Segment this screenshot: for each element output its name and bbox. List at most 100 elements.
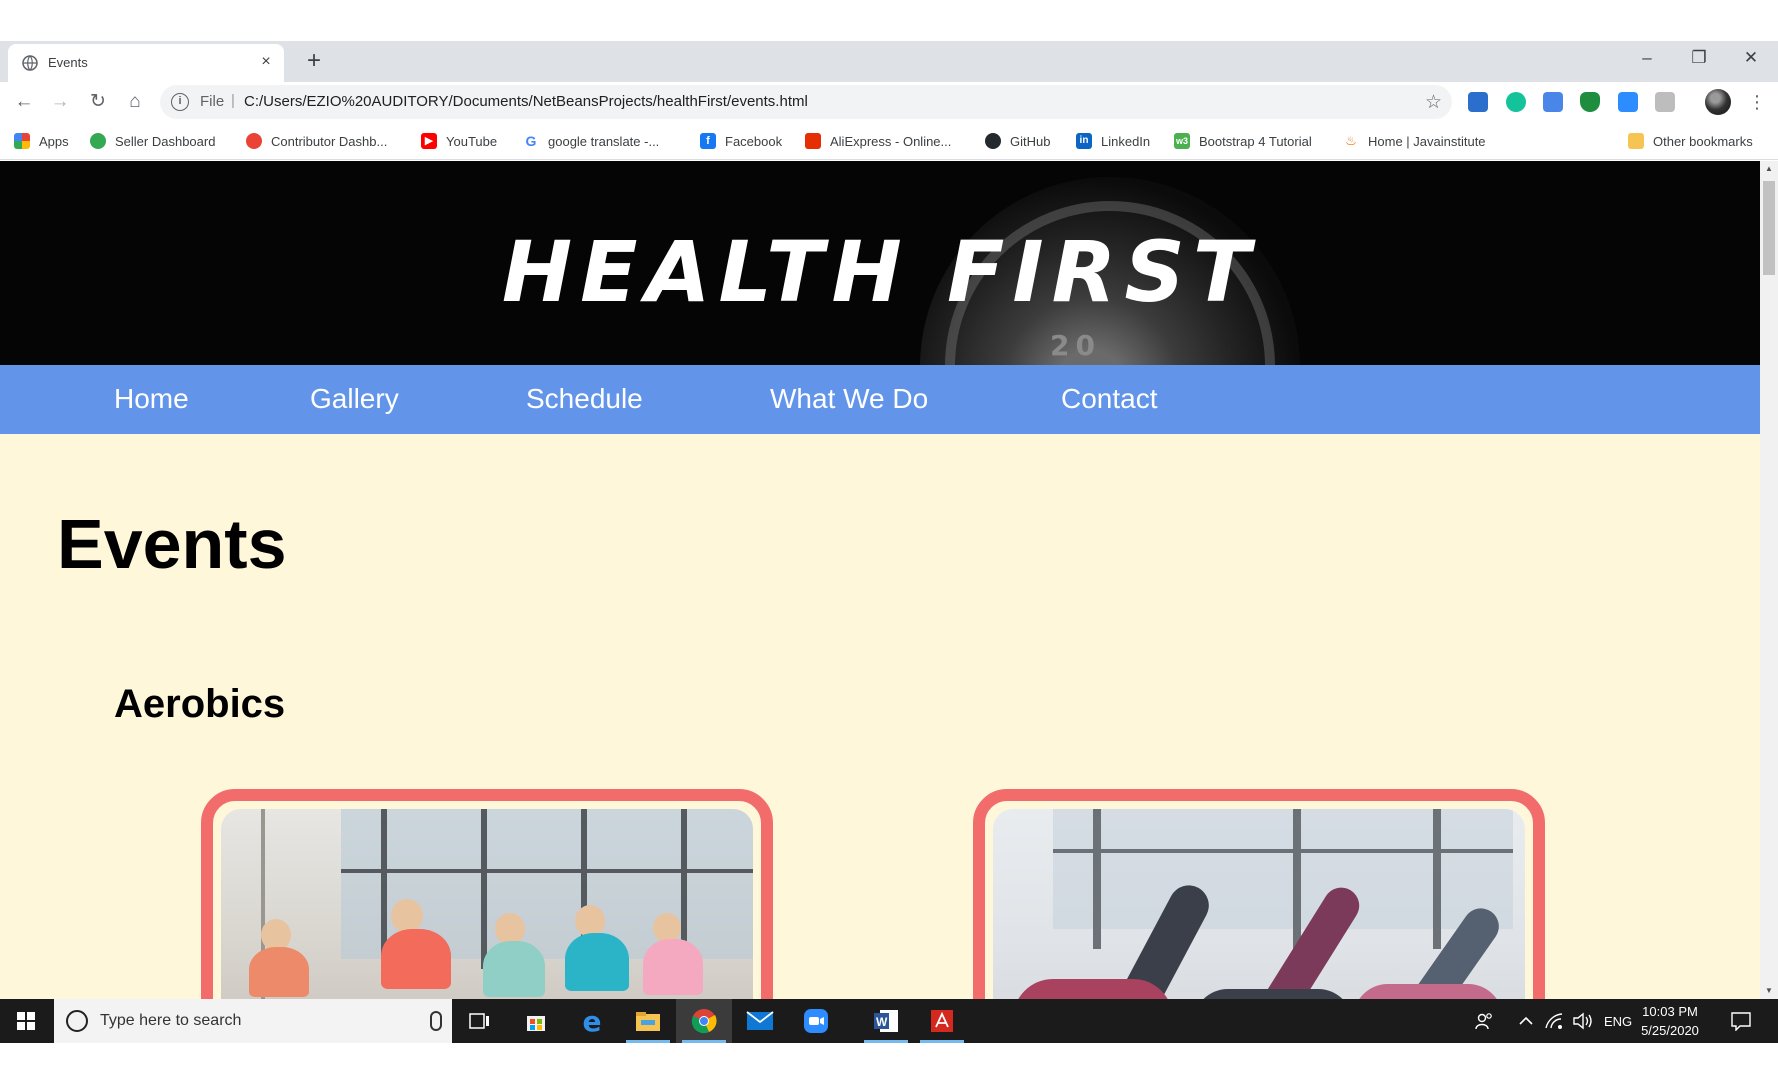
- bookmark-star-icon[interactable]: ☆: [1425, 91, 1442, 114]
- nav-schedule[interactable]: Schedule: [526, 383, 643, 415]
- reload-button[interactable]: ↻: [84, 88, 112, 116]
- bookmark-seller-dashboard[interactable]: Seller Dashboard: [90, 130, 215, 152]
- event-card-pilates[interactable]: [973, 789, 1545, 999]
- url-text[interactable]: C:/Users/EZIO%20AUDITORY/Documents/NetBe…: [244, 93, 808, 110]
- back-button[interactable]: ←: [10, 88, 38, 116]
- site-info-icon[interactable]: i: [171, 93, 189, 111]
- bookmark-label: google translate -...: [548, 133, 660, 149]
- running-indicator: [626, 1040, 670, 1043]
- scroll-down-arrow-icon[interactable]: ▼: [1760, 983, 1778, 999]
- acrobat-icon[interactable]: [914, 999, 970, 1043]
- nav-what-we-do[interactable]: What We Do: [770, 383, 928, 415]
- youtube-icon: ▶: [421, 133, 437, 149]
- edge-icon[interactable]: e: [564, 999, 620, 1043]
- site-logo-text: HEALTH FIRST: [501, 223, 1259, 321]
- input-language-indicator[interactable]: ENG: [1604, 999, 1632, 1043]
- bookmark-aliexpress[interactable]: AliExpress - Online...: [805, 130, 951, 152]
- apps-grid-icon: [14, 133, 30, 149]
- aliexpress-icon: [805, 133, 821, 149]
- tab-events[interactable]: Events ×: [8, 44, 284, 82]
- person-top: [483, 941, 545, 997]
- person-top: [249, 947, 309, 997]
- nav-contact[interactable]: Contact: [1061, 383, 1158, 415]
- bookmark-linkedin[interactable]: in LinkedIn: [1076, 130, 1150, 152]
- bookmark-javainstitute[interactable]: ♨ Home | Javainstitute: [1343, 130, 1486, 152]
- bookmark-contributor-dashboard[interactable]: Contributor Dashb...: [246, 130, 387, 152]
- window-frame: [1293, 809, 1301, 949]
- scroll-up-arrow-icon[interactable]: ▲: [1760, 161, 1778, 177]
- show-hidden-icons-chevron-icon[interactable]: [1518, 999, 1534, 1043]
- window-pane: [1053, 809, 1513, 929]
- tab-close-icon[interactable]: ×: [256, 52, 276, 72]
- person-top: [565, 933, 629, 991]
- profile-avatar[interactable]: [1705, 89, 1731, 115]
- pdf-extension-icon[interactable]: [1655, 92, 1675, 112]
- person-head: [391, 899, 423, 933]
- page-scrollbar[interactable]: ▲ ▼: [1760, 161, 1778, 999]
- cortana-icon: [66, 1010, 88, 1032]
- browser-toolbar: ← → ↻ ⌂ i File | C:/Users/EZIO%20AUDITOR…: [0, 82, 1778, 122]
- grammarly-icon[interactable]: [1506, 92, 1526, 112]
- bookmark-google-translate[interactable]: G google translate -...: [523, 130, 659, 152]
- bookmark-label: Bootstrap 4 Tutorial: [1199, 133, 1312, 149]
- event-card-aerobics[interactable]: [201, 789, 773, 999]
- clock-date: 5/25/2020: [1641, 1023, 1699, 1038]
- taskbar-search-box[interactable]: Type here to search: [54, 999, 452, 1043]
- w3-icon: w3: [1174, 133, 1190, 149]
- address-bar[interactable]: i File | C:/Users/EZIO%20AUDITORY/Docume…: [160, 85, 1452, 119]
- minimize-button[interactable]: –: [1624, 41, 1670, 75]
- task-view-icon[interactable]: [452, 999, 508, 1043]
- word-icon[interactable]: W: [858, 999, 914, 1043]
- close-window-button[interactable]: ✕: [1728, 41, 1774, 75]
- microphone-icon[interactable]: [430, 1011, 442, 1031]
- contributor-icon: [246, 133, 262, 149]
- chrome-icon[interactable]: [676, 999, 732, 1043]
- scrollbar-thumb[interactable]: [1763, 181, 1775, 275]
- restore-button[interactable]: ❐: [1676, 41, 1722, 75]
- action-center-icon[interactable]: [1730, 999, 1752, 1043]
- window-frame: [1093, 809, 1101, 949]
- facebook-icon: f: [700, 133, 716, 149]
- bookmark-apps[interactable]: Apps: [14, 130, 69, 152]
- bookmark-youtube[interactable]: ▶ YouTube: [421, 130, 497, 152]
- volume-icon[interactable]: [1572, 999, 1594, 1043]
- globe-icon: [22, 55, 38, 71]
- bookmark-bootstrap-tutorial[interactable]: w3 Bootstrap 4 Tutorial: [1174, 130, 1312, 152]
- page-viewport: 20 HEALTH FIRST Home Gallery Schedule Wh…: [0, 161, 1760, 999]
- nav-gallery[interactable]: Gallery: [310, 383, 399, 415]
- start-button[interactable]: [0, 999, 52, 1043]
- bookmark-label: YouTube: [446, 133, 498, 149]
- windows-logo-icon: [17, 1012, 35, 1030]
- system-clock[interactable]: 10:03 PM 5/25/2020: [1630, 1002, 1710, 1040]
- shield-icon[interactable]: [1580, 92, 1600, 112]
- person-body: [1193, 989, 1353, 999]
- home-button[interactable]: ⌂: [121, 88, 149, 116]
- screen: Events × + – ❐ ✕ ← → ↻ ⌂ i File | C:/Use…: [0, 0, 1778, 1085]
- file-explorer-icon[interactable]: [620, 999, 676, 1043]
- extension-icon[interactable]: [1468, 92, 1488, 112]
- people-icon[interactable]: [1474, 999, 1494, 1043]
- mail-icon[interactable]: [732, 999, 788, 1043]
- bookmark-github[interactable]: GitHub: [985, 130, 1050, 152]
- forward-button[interactable]: →: [46, 88, 74, 116]
- tab-title: Events: [48, 55, 88, 70]
- bookmark-other-bookmarks[interactable]: Other bookmarks: [1628, 130, 1753, 152]
- person-body: [1013, 979, 1173, 999]
- wifi-icon[interactable]: [1544, 999, 1564, 1043]
- main-nav: Home Gallery Schedule What We Do Contact: [0, 365, 1760, 434]
- nav-home[interactable]: Home: [114, 383, 189, 415]
- new-tab-button[interactable]: +: [300, 48, 328, 76]
- store-icon[interactable]: [508, 999, 564, 1043]
- bookmark-facebook[interactable]: f Facebook: [700, 130, 782, 152]
- zoom-extension-icon[interactable]: [1618, 92, 1638, 112]
- running-indicator: [920, 1040, 964, 1043]
- bookmark-label: AliExpress - Online...: [830, 133, 952, 149]
- running-indicator: [864, 1040, 908, 1043]
- zoom-icon[interactable]: [788, 999, 844, 1043]
- translate-extension-icon[interactable]: [1543, 92, 1563, 112]
- menu-icon[interactable]: ⋮: [1748, 88, 1766, 116]
- url-separator: |: [231, 92, 235, 109]
- clock-time: 10:03 PM: [1642, 1004, 1698, 1019]
- folder-icon: [1628, 133, 1644, 149]
- pilates-class-photo: [993, 809, 1525, 999]
